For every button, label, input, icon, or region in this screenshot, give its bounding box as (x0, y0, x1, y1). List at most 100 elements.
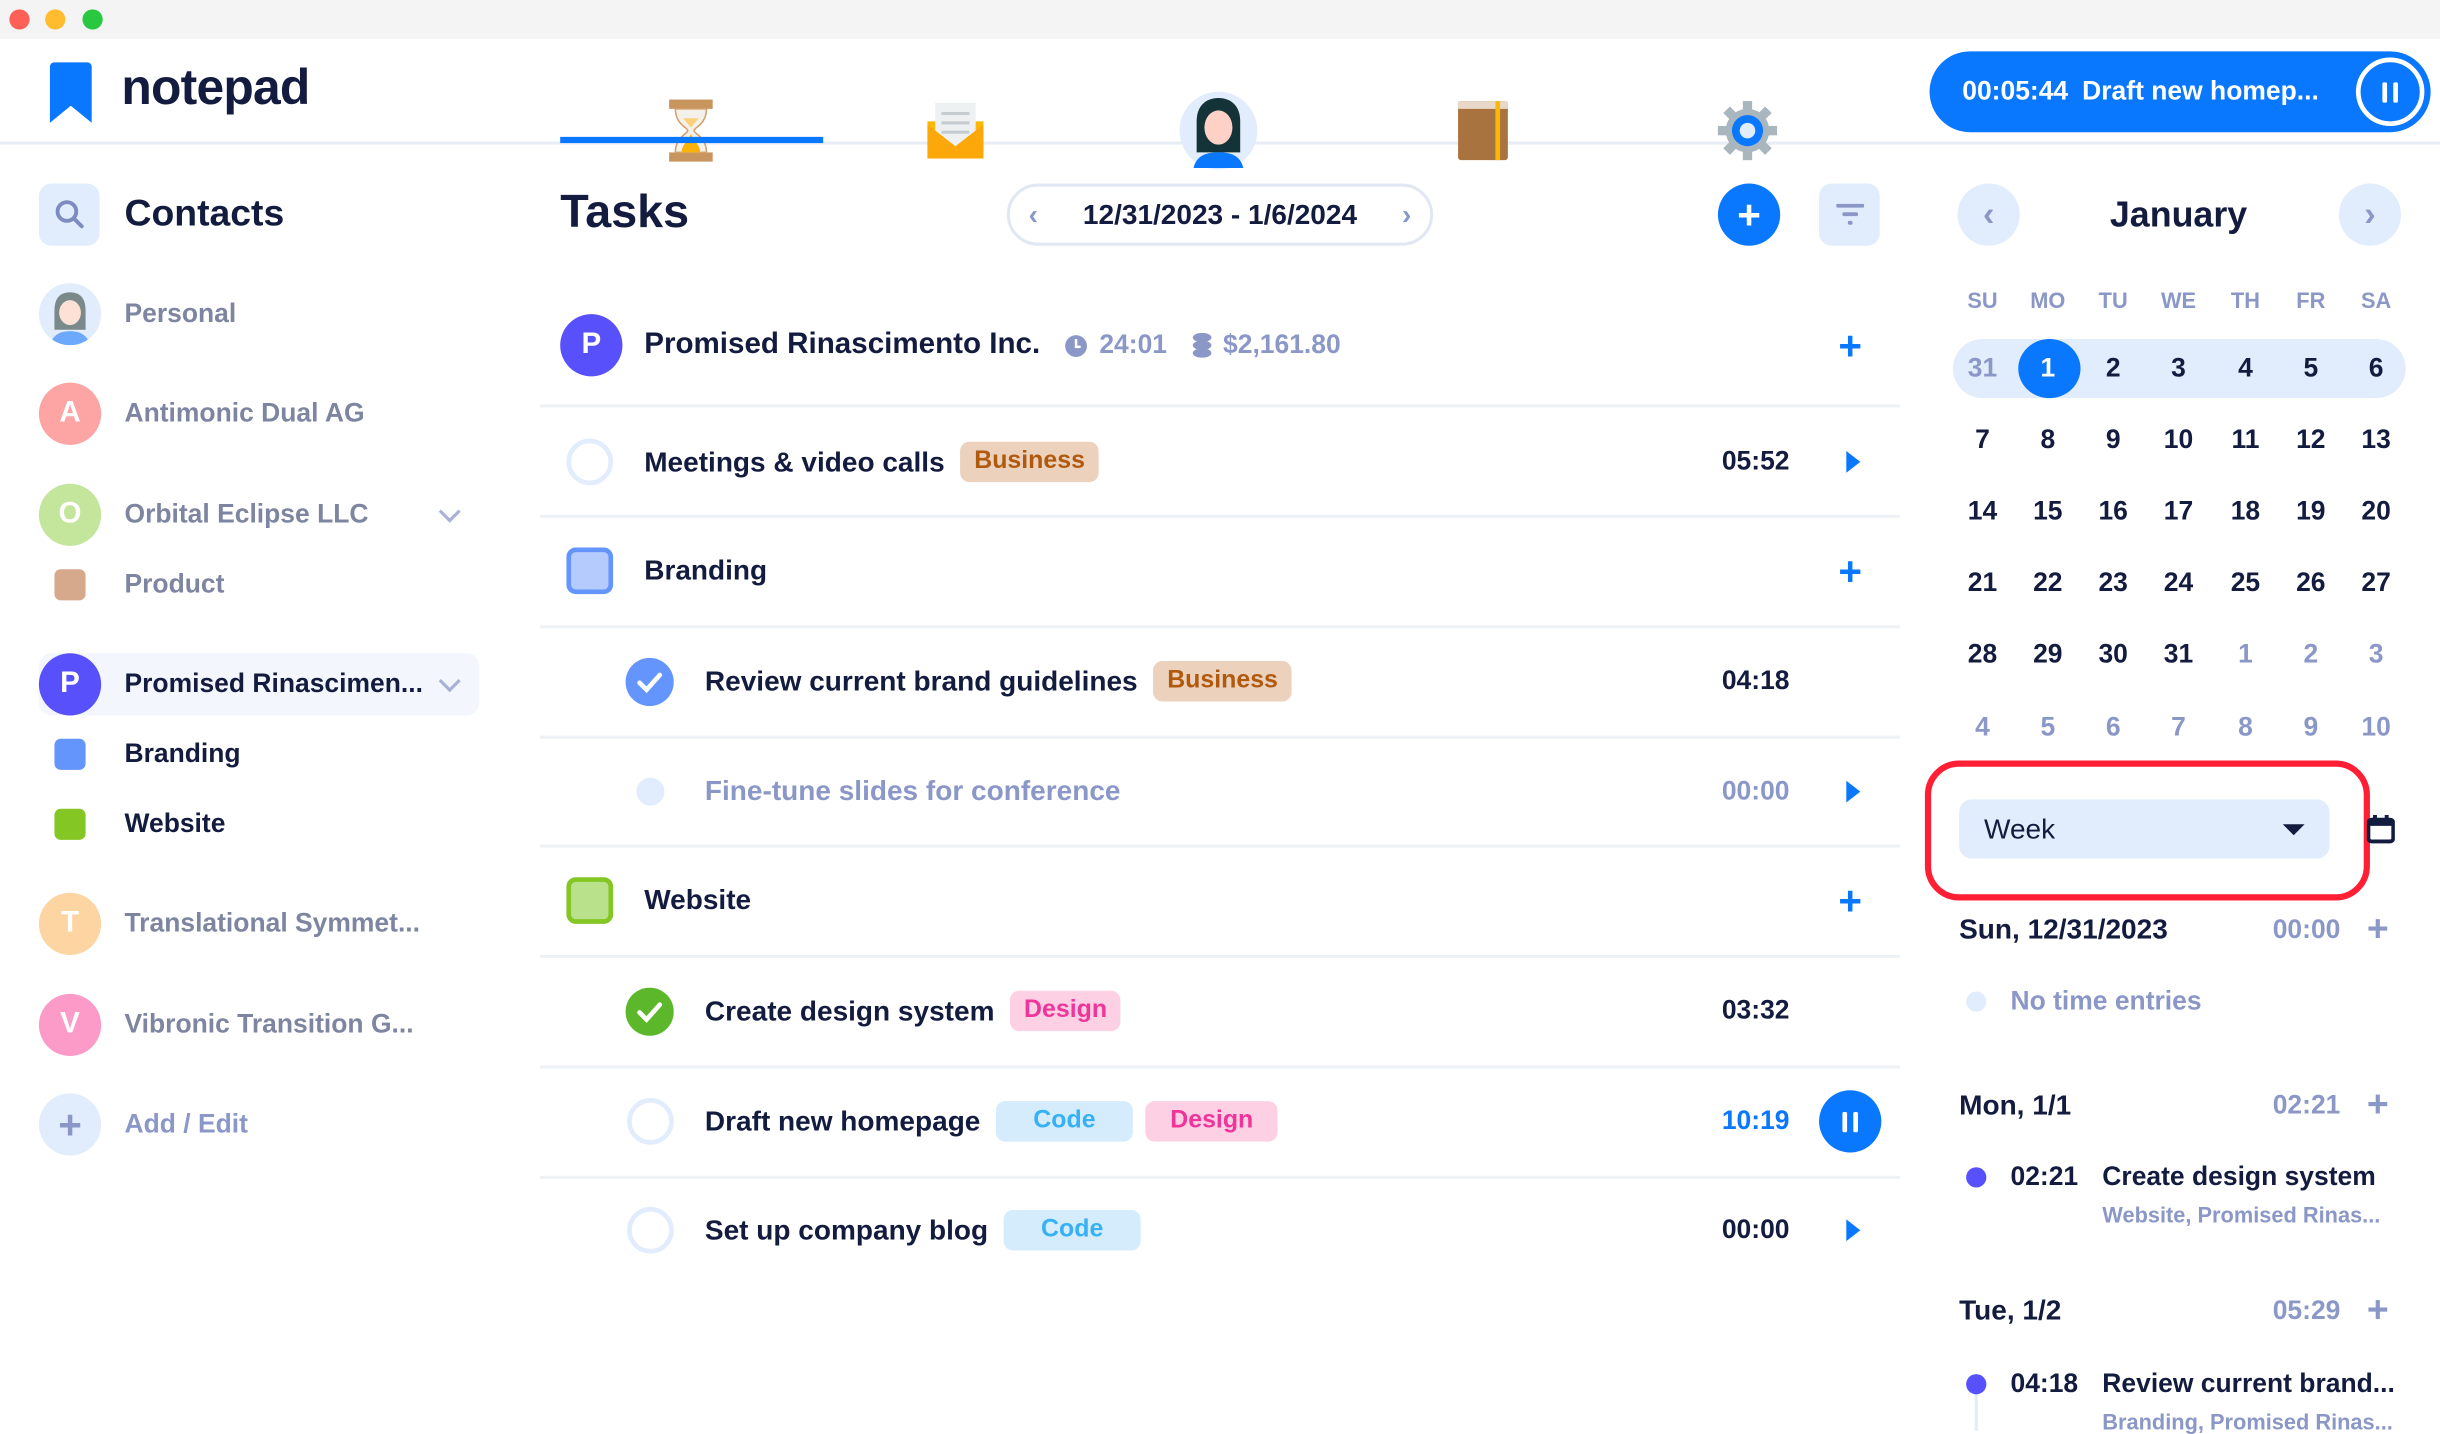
sidebar-item-personal[interactable]: Personal (124, 299, 236, 330)
calendar-day[interactable]: 23 (2082, 568, 2144, 599)
calendar-day[interactable]: 2 (2280, 639, 2342, 670)
add-to-client-button[interactable]: + (1838, 325, 1862, 365)
play-icon[interactable] (1846, 451, 1861, 473)
calendar-day[interactable]: 30 (2082, 639, 2144, 670)
next-month-button[interactable]: › (2338, 183, 2402, 246)
calendar-day[interactable]: 11 (2214, 425, 2276, 456)
calendar-day[interactable]: 3 (2147, 353, 2209, 384)
task-status-dot[interactable] (636, 777, 665, 806)
minimize-window-button[interactable] (45, 9, 66, 30)
add-edit-contacts-link[interactable]: Add / Edit (124, 1109, 247, 1140)
add-entry-button[interactable]: + (2367, 1292, 2389, 1329)
project-checkbox-branding[interactable] (566, 547, 614, 595)
filter-button[interactable] (1819, 183, 1880, 246)
task-row[interactable]: Set up company blog Code (705, 1210, 1141, 1251)
calendar-day[interactable]: 5 (2280, 353, 2342, 384)
task-checkbox[interactable] (627, 1098, 674, 1145)
search-contacts-button[interactable] (38, 183, 100, 246)
sidebar-item-translational[interactable]: Translational Symmet... (124, 908, 420, 939)
calendar-day[interactable]: 3 (2345, 639, 2407, 670)
next-week-button[interactable]: › (1402, 198, 1411, 231)
entry-title[interactable]: Review current brand... (2102, 1369, 2395, 1400)
sidebar-item-vibronic[interactable]: Vibronic Transition G... (124, 1009, 413, 1040)
calendar-day[interactable]: 15 (2017, 496, 2079, 527)
calendar-day[interactable]: 12 (2280, 425, 2342, 456)
close-window-button[interactable] (9, 9, 30, 30)
calendar-day[interactable]: 31 (2147, 639, 2209, 670)
calendar-day[interactable]: 17 (2147, 496, 2209, 527)
pause-timer-button[interactable] (2355, 57, 2425, 126)
zoom-window-button[interactable] (82, 9, 103, 30)
entry-title[interactable]: Create design system (2102, 1162, 2375, 1193)
calendar-day[interactable]: 25 (2214, 568, 2276, 599)
calendar-day[interactable]: 1 (2214, 639, 2276, 670)
add-to-project-button[interactable]: + (1838, 880, 1862, 920)
checkmark-done-icon[interactable] (625, 657, 674, 707)
calendar-day[interactable]: 29 (2017, 639, 2079, 670)
chevron-down-icon[interactable] (438, 500, 461, 523)
running-timer-pill[interactable]: 00:05:44 Draft new homep... (1929, 51, 2431, 133)
play-icon[interactable] (1846, 780, 1861, 803)
calendar-day[interactable]: 13 (2345, 425, 2407, 456)
calendar-icon[interactable] (2366, 813, 2395, 844)
plus-icon[interactable]: + (38, 1093, 102, 1156)
calendar-day[interactable]: 24 (2147, 568, 2209, 599)
task-row[interactable]: Draft new homepage Code Design (705, 1101, 1279, 1142)
nav-tab-mail[interactable] (909, 92, 1002, 170)
calendar-day[interactable]: 6 (2345, 353, 2407, 384)
task-row[interactable]: Fine-tune slides for conference (705, 775, 1121, 808)
previous-month-button[interactable]: ‹ (1957, 183, 2020, 246)
task-checkbox[interactable] (627, 1206, 674, 1254)
calendar-day[interactable]: 14 (1951, 496, 2013, 527)
calendar-day[interactable]: 16 (2082, 496, 2144, 527)
sidebar-item-branding[interactable]: Branding (124, 739, 240, 770)
calendar-day[interactable]: 1 (2017, 353, 2079, 384)
task-row[interactable]: Create design system Design (705, 990, 1122, 1032)
add-entry-button[interactable]: + (2367, 911, 2389, 948)
calendar-day[interactable]: 9 (2082, 425, 2144, 456)
play-icon[interactable] (1846, 1219, 1861, 1242)
add-to-project-button[interactable]: + (1838, 551, 1862, 591)
calendar-day[interactable]: 8 (2017, 425, 2079, 456)
sidebar-item-product[interactable]: Product (124, 569, 224, 600)
task-checkbox[interactable] (566, 438, 614, 486)
calendar-day[interactable]: 4 (2214, 353, 2276, 384)
nav-tab-profile[interactable] (1172, 91, 1265, 170)
sidebar-item-orbital[interactable]: Orbital Eclipse LLC (124, 499, 368, 530)
calendar-day[interactable]: 22 (2017, 568, 2079, 599)
add-task-button[interactable]: + (1717, 183, 1781, 246)
pause-task-button[interactable] (1819, 1090, 1882, 1153)
calendar-day[interactable]: 6 (2082, 712, 2144, 743)
task-row[interactable]: Review current brand guidelines Business (705, 661, 1292, 702)
calendar-day[interactable]: 28 (1951, 639, 2013, 670)
calendar-day[interactable]: 26 (2280, 568, 2342, 599)
sidebar-item-antimonic[interactable]: Antimonic Dual AG (124, 398, 364, 429)
calendar-day[interactable]: 10 (2345, 712, 2407, 743)
calendar-day[interactable]: 20 (2345, 496, 2407, 527)
calendar-day[interactable]: 18 (2214, 496, 2276, 527)
view-select-dropdown[interactable]: Week (1959, 799, 2330, 859)
project-color-swatch (54, 569, 86, 601)
project-checkbox-website[interactable] (566, 877, 614, 924)
nav-tab-library[interactable] (1436, 92, 1529, 170)
calendar-day[interactable]: 5 (2017, 712, 2079, 743)
nav-tab-timer[interactable] (644, 92, 737, 170)
add-entry-button[interactable]: + (2367, 1086, 2389, 1124)
calendar-day[interactable]: 4 (1951, 712, 2013, 743)
calendar-day[interactable]: 27 (2345, 568, 2407, 599)
task-row[interactable]: Meetings & video calls Business (644, 441, 1099, 483)
calendar-day[interactable]: 8 (2214, 712, 2276, 743)
sidebar-item-website[interactable]: Website (124, 809, 225, 840)
calendar-day[interactable]: 7 (1951, 425, 2013, 456)
previous-week-button[interactable]: ‹ (1029, 198, 1038, 231)
calendar-day[interactable]: 19 (2280, 496, 2342, 527)
calendar-day[interactable]: 31 (1951, 353, 2013, 384)
calendar-day[interactable]: 7 (2147, 712, 2209, 743)
calendar-day[interactable]: 10 (2147, 425, 2209, 456)
checkmark-done-icon[interactable] (625, 987, 674, 1036)
calendar-day[interactable]: 21 (1951, 568, 2013, 599)
nav-tab-settings[interactable] (1701, 92, 1794, 170)
sidebar-item-promised[interactable]: Promised Rinascimen... (124, 669, 422, 700)
calendar-day[interactable]: 9 (2280, 712, 2342, 743)
calendar-day[interactable]: 2 (2082, 353, 2144, 384)
